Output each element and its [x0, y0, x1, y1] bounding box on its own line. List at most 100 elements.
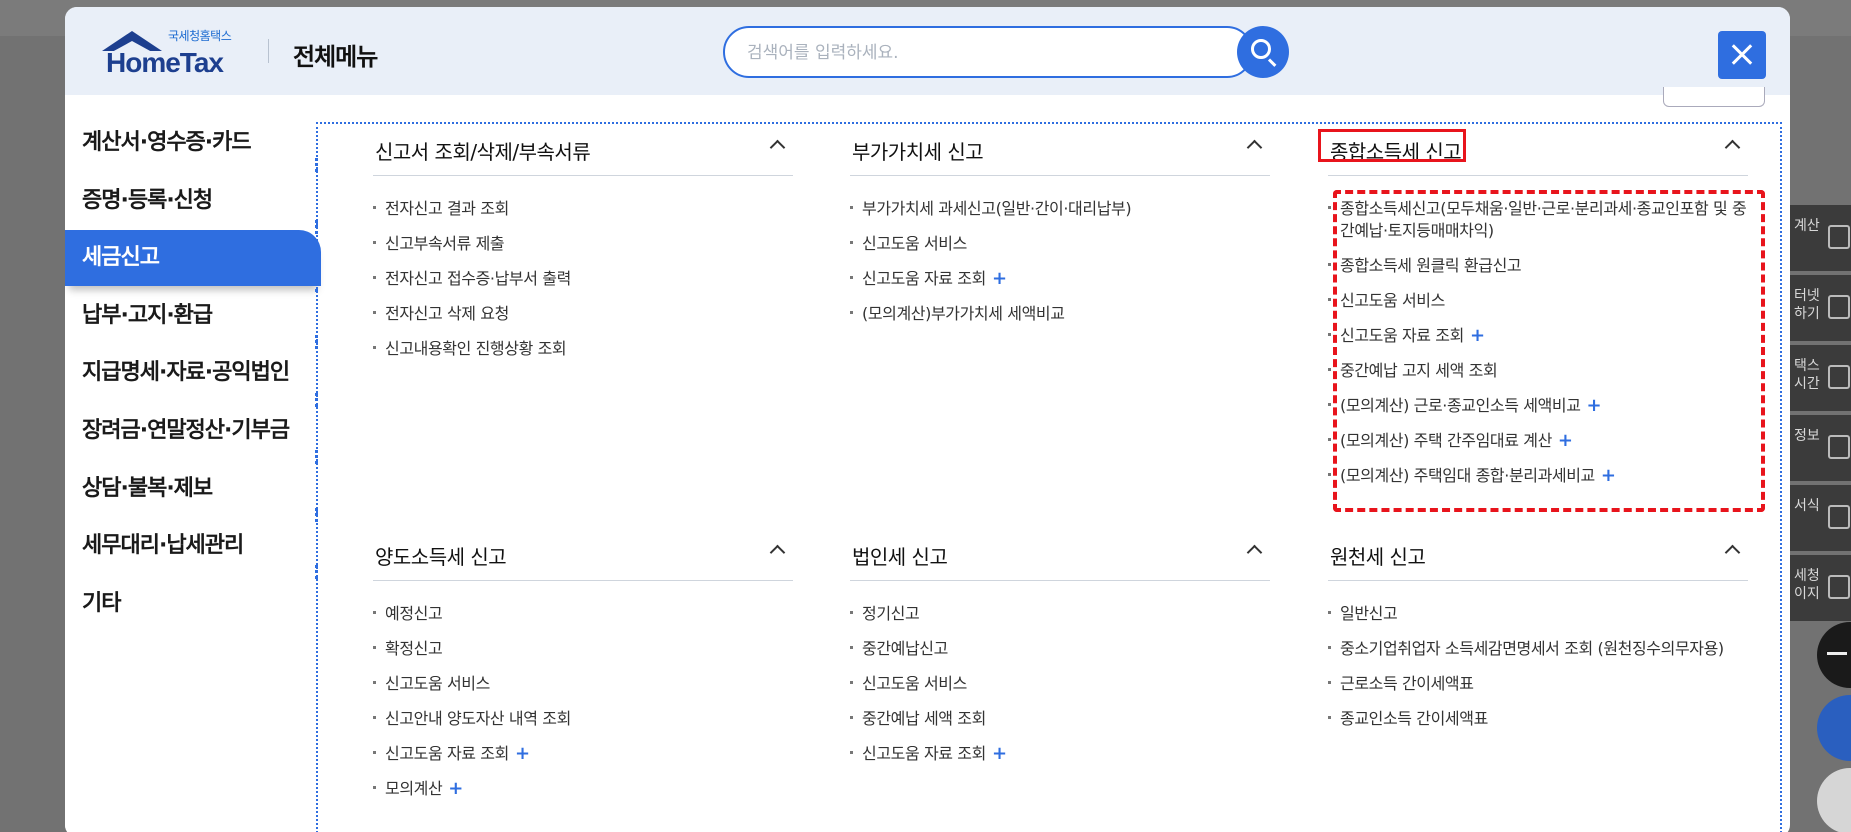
menu-link[interactable]: 일반신고: [1328, 603, 1748, 625]
nav-item-6[interactable]: 장려금·연말정산·기부금: [65, 403, 321, 459]
menu-link[interactable]: 근로소득 간이세액표: [1328, 673, 1748, 695]
menu-link-label: 신고도움 자료 조회: [862, 744, 986, 763]
menu-link[interactable]: 정기신고: [850, 603, 1270, 625]
nav-item-3[interactable]: 세금신고: [65, 230, 321, 286]
section-title-text: 부가가치세 신고: [852, 140, 984, 164]
menu-link-label: 신고도움 서비스: [862, 234, 967, 253]
quick-menu-label: 정보: [1794, 428, 1820, 444]
quick-menu-label: 터넷 하기: [1794, 288, 1820, 322]
quick-menu: 계산터넷 하기택스 시간정보서식세청 이지: [1790, 205, 1851, 625]
plus-icon[interactable]: +: [992, 743, 1007, 764]
plus-icon[interactable]: +: [515, 743, 530, 764]
menu-link-label: 중간예납신고: [862, 639, 948, 658]
quick-menu-item[interactable]: 택스 시간: [1790, 345, 1851, 411]
menu-link[interactable]: 전자신고 삭제 요청: [373, 303, 793, 325]
chevron-up-icon[interactable]: [1246, 544, 1263, 561]
calculator-icon: [1828, 225, 1850, 249]
menu-link[interactable]: 중간예납신고: [850, 638, 1270, 660]
chevron-up-icon[interactable]: [769, 139, 786, 156]
section-title-text: 법인세 신고: [852, 545, 948, 569]
menu-link-label: 전자신고 결과 조회: [385, 199, 509, 218]
nav-item-7[interactable]: 상담·불복·제보: [65, 461, 321, 517]
menu-link[interactable]: 예정신고: [373, 603, 793, 625]
minus-icon: [1827, 652, 1847, 655]
menu-link[interactable]: 신고도움 서비스: [850, 673, 1270, 695]
hometax-logo[interactable]: 국세청홈택스 HomeTax: [100, 27, 250, 79]
menu-link[interactable]: 신고부속서류 제출: [373, 233, 793, 255]
quick-menu-item[interactable]: 세청 이지: [1790, 555, 1851, 621]
section-title[interactable]: 법인세 신고: [850, 539, 1270, 581]
highlight-items-box: [1333, 190, 1765, 512]
category-nav: 계산서·영수증·카드 증명·등록·신청 세금신고 납부·고지·환급 지급명세·자료·공익…: [65, 95, 321, 832]
section-title-text: 양도소득세 신고: [375, 545, 507, 569]
menu-link[interactable]: 신고도움 서비스: [373, 673, 793, 695]
menu-link[interactable]: 신고도움 자료 조회 +: [850, 268, 1270, 290]
menu-link[interactable]: 중간예납 세액 조회: [850, 708, 1270, 730]
menu-link-label: 신고도움 자료 조회: [862, 269, 986, 288]
menu-link-label: 신고도움 자료 조회: [385, 744, 509, 763]
menu-link[interactable]: 신고도움 자료 조회 +: [373, 743, 793, 765]
quick-menu-label: 택스 시간: [1794, 358, 1820, 392]
header-divider: [268, 39, 269, 63]
menu-link[interactable]: 전자신고 결과 조회: [373, 198, 793, 220]
section-title[interactable]: 원천세 신고: [1328, 539, 1748, 581]
menu-link-label: 일반신고: [1340, 604, 1398, 623]
section-title-text: 원천세 신고: [1330, 545, 1426, 569]
search-icon-handle: [1267, 58, 1277, 67]
logo-subtitle: 국세청홈택스: [168, 29, 232, 43]
menu-link-label: 모의계산: [385, 779, 443, 798]
chevron-up-icon[interactable]: [769, 544, 786, 561]
nav-item-4[interactable]: 납부·고지·환급: [65, 288, 321, 344]
quick-menu-item[interactable]: 정보: [1790, 415, 1851, 481]
nav-item-5[interactable]: 지급명세·자료·공익법인: [65, 345, 321, 401]
menu-link[interactable]: 모의계산 +: [373, 778, 793, 800]
section-items: 전자신고 결과 조회신고부속서류 제출전자신고 접수증·납부서 출력전자신고 삭…: [373, 198, 793, 360]
plus-icon[interactable]: +: [992, 268, 1007, 289]
highlight-title-box: [1318, 129, 1466, 162]
section-title[interactable]: 양도소득세 신고: [373, 539, 793, 581]
quick-menu-label: 계산: [1794, 218, 1820, 234]
menu-link-label: 정기신고: [862, 604, 920, 623]
menu-link-label: (모의계산)부가가치세 세액비교: [862, 304, 1065, 323]
section-items: 정기신고중간예납신고신고도움 서비스중간예납 세액 조회신고도움 자료 조회 +: [850, 603, 1270, 765]
quick-menu-item[interactable]: 터넷 하기: [1790, 275, 1851, 341]
pen-icon: [1828, 435, 1850, 459]
menu-link[interactable]: 신고안내 양도자산 내역 조회: [373, 708, 793, 730]
section-title[interactable]: 신고서 조회/삭제/부속서류: [373, 134, 793, 176]
menu-link[interactable]: (모의계산)부가가치세 세액비교: [850, 303, 1270, 325]
menu-link[interactable]: 종교인소득 간이세액표: [1328, 708, 1748, 730]
menu-link[interactable]: 신고내용확인 진행상황 조회: [373, 338, 793, 360]
menu-link[interactable]: 신고도움 서비스: [850, 233, 1270, 255]
quick-menu-item[interactable]: 계산: [1790, 205, 1851, 271]
menu-link[interactable]: 전자신고 접수증·납부서 출력: [373, 268, 793, 290]
menu-link[interactable]: 확정신고: [373, 638, 793, 660]
building-icon: [1828, 575, 1850, 599]
menu-link-label: 부가가치세 과세신고(일반·간이·대리납부): [862, 199, 1132, 218]
search-button[interactable]: [1237, 26, 1289, 78]
nav-item-8[interactable]: 세무대리·납세관리: [65, 518, 321, 574]
menu-link-label: 신고도움 서비스: [862, 674, 967, 693]
plus-icon[interactable]: +: [448, 778, 463, 799]
logo-text: HomeTax: [106, 47, 224, 78]
chevron-up-icon[interactable]: [1724, 139, 1741, 156]
menu-link[interactable]: 중소기업취업자 소득세감면명세서 조회 (원천징수의무자용): [1328, 638, 1748, 660]
menu-link-label: 중간예납 세액 조회: [862, 709, 986, 728]
partial-button[interactable]: [1663, 87, 1765, 107]
nav-item-1[interactable]: 계산서·영수증·카드: [65, 115, 321, 171]
quick-menu-label: 세청 이지: [1794, 568, 1820, 602]
section-title[interactable]: 부가가치세 신고: [850, 134, 1270, 176]
menu-link[interactable]: 부가가치세 과세신고(일반·간이·대리납부): [850, 198, 1270, 220]
chevron-up-icon[interactable]: [1246, 139, 1263, 156]
nav-item-2[interactable]: 증명·등록·신청: [65, 173, 321, 229]
search-input[interactable]: [747, 40, 1177, 66]
menu-link[interactable]: 신고도움 자료 조회 +: [850, 743, 1270, 765]
section-title-text: 신고서 조회/삭제/부속서류: [375, 140, 591, 164]
menu-link-label: 신고안내 양도자산 내역 조회: [385, 709, 571, 728]
menu-section: 법인세 신고정기신고중간예납신고신고도움 서비스중간예납 세액 조회신고도움 자…: [850, 539, 1270, 778]
close-button[interactable]: [1718, 31, 1766, 79]
chevron-up-icon[interactable]: [1724, 544, 1741, 561]
modal-title: 전체메뉴: [293, 43, 378, 71]
menu-link-label: 전자신고 접수증·납부서 출력: [385, 269, 571, 288]
quick-menu-item[interactable]: 서식: [1790, 485, 1851, 551]
nav-item-9[interactable]: 기타: [65, 576, 321, 632]
